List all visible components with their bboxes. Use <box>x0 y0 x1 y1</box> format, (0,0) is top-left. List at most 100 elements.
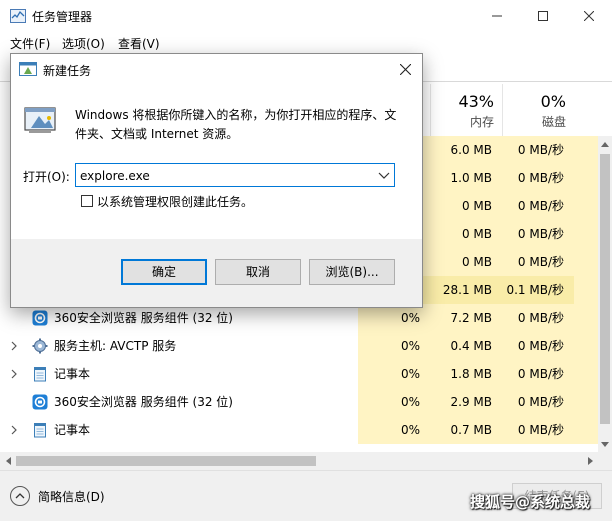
cpu-cell: 0% <box>358 332 430 360</box>
scroll-left-arrow-icon[interactable] <box>0 452 16 470</box>
memory-cell: 0 MB <box>430 220 502 248</box>
gear-icon <box>32 338 48 354</box>
admin-checkbox[interactable] <box>81 195 93 207</box>
task-manager-app-icon <box>10 9 26 23</box>
memory-cell: 6.0 MB <box>430 136 502 164</box>
window-title: 任务管理器 <box>32 10 93 24</box>
menu-view[interactable]: 查看(V) <box>118 35 160 52</box>
scroll-down-arrow-icon[interactable] <box>598 436 612 452</box>
notepad-icon <box>34 423 46 438</box>
browser-icon <box>32 310 48 326</box>
tail-cell <box>574 276 598 304</box>
scroll-right-arrow-icon[interactable] <box>582 452 598 470</box>
table-row[interactable]: 记事本 0% 0.7 MB 0 MB/秒 <box>0 416 598 444</box>
fewer-details-link[interactable]: 简略信息(D) <box>38 488 105 505</box>
chevron-up-icon[interactable] <box>10 486 30 506</box>
horizontal-scroll-thumb[interactable] <box>16 456 316 466</box>
scrollbar-corner <box>598 452 612 470</box>
watermark: 搜狐号@系统总裁 <box>470 493 591 511</box>
vertical-scrollbar[interactable] <box>598 136 612 452</box>
admin-checkbox-label[interactable]: 以系统管理权限创建此任务。 <box>97 193 253 210</box>
chevron-down-icon[interactable] <box>378 170 390 180</box>
column-header-disk[interactable]: 0% 磁盘 <box>502 84 574 136</box>
disk-cell: 0 MB/秒 <box>502 248 574 276</box>
memory-cell: 0 MB <box>430 192 502 220</box>
table-row[interactable]: 360安全浏览器 服务组件 (32 位) 0% 7.2 MB 0 MB/秒 <box>0 304 598 332</box>
disk-cell: 0 MB/秒 <box>502 388 574 416</box>
process-name: 记事本 <box>54 423 91 437</box>
memory-cell: 1.8 MB <box>430 360 502 388</box>
column-header-memory[interactable]: 43% 内存 <box>430 84 502 136</box>
run-app-icon <box>19 62 37 76</box>
dialog-description: Windows 将根据你所键入的名称，为你打开相应的程序、文件夹、文档或 Int… <box>75 108 397 141</box>
open-input[interactable] <box>80 167 370 185</box>
cpu-cell: 0% <box>358 388 430 416</box>
chevron-right-icon[interactable] <box>10 341 18 351</box>
memory-label: 内存 <box>469 115 494 129</box>
memory-cell: 0.7 MB <box>430 416 502 444</box>
disk-cell: 0 MB/秒 <box>502 360 574 388</box>
table-row[interactable]: 记事本 0% 1.8 MB 0 MB/秒 <box>0 360 598 388</box>
table-row[interactable]: 360安全浏览器 服务组件 (32 位) 0% 2.9 MB 0 MB/秒 <box>0 388 598 416</box>
disk-cell: 0 MB/秒 <box>502 416 574 444</box>
dialog-button-bar: 确定 取消 浏览(B)... <box>11 239 422 307</box>
process-name: 记事本 <box>54 367 91 381</box>
menu-options[interactable]: 选项(O) <box>62 35 105 52</box>
disk-cell: 0.1 MB/秒 <box>502 276 574 304</box>
tail-cell <box>574 248 598 276</box>
new-task-dialog: 新建任务 Windows 将根据你所键入的名称，为你打开相应的程序、文件夹、文档… <box>10 53 423 308</box>
menu-file[interactable]: 文件(F) <box>10 35 50 52</box>
open-label: 打开(O): <box>23 170 70 184</box>
tail-cell <box>574 388 598 416</box>
scroll-up-arrow-icon[interactable] <box>598 136 612 152</box>
process-name: 服务主机: AVCTP 服务 <box>54 339 177 353</box>
task-manager-titlebar[interactable]: 任务管理器 <box>0 0 612 32</box>
task-manager-footer: 简略信息(D) 结束任务(E) 搜狐号@系统总裁 <box>0 470 612 521</box>
disk-cell: 0 MB/秒 <box>502 304 574 332</box>
close-icon <box>399 63 411 75</box>
tail-cell <box>574 416 598 444</box>
disk-percent: 0% <box>540 92 566 111</box>
horizontal-scrollbar[interactable] <box>0 452 598 470</box>
tail-cell <box>574 304 598 332</box>
memory-cell: 0.4 MB <box>430 332 502 360</box>
chevron-right-icon[interactable] <box>10 369 18 379</box>
dialog-title: 新建任务 <box>43 64 92 78</box>
cpu-cell: 0% <box>358 360 430 388</box>
memory-cell: 28.1 MB <box>430 276 502 304</box>
disk-cell: 0 MB/秒 <box>502 332 574 360</box>
disk-cell: 0 MB/秒 <box>502 220 574 248</box>
memory-cell: 2.9 MB <box>430 388 502 416</box>
table-row[interactable]: 服务主机: AVCTP 服务 0% 0.4 MB 0 MB/秒 <box>0 332 598 360</box>
tail-cell <box>574 136 598 164</box>
tail-cell <box>574 164 598 192</box>
maximize-button[interactable] <box>520 0 566 32</box>
tail-cell <box>574 220 598 248</box>
browse-button[interactable]: 浏览(B)... <box>309 259 395 285</box>
cancel-button[interactable]: 取消 <box>215 259 301 285</box>
process-name: 360安全浏览器 服务组件 (32 位) <box>54 311 233 325</box>
disk-cell: 0 MB/秒 <box>502 192 574 220</box>
chevron-right-icon[interactable] <box>10 425 18 435</box>
dialog-titlebar[interactable]: 新建任务 <box>11 54 422 84</box>
cpu-cell: 0% <box>358 304 430 332</box>
minimize-button[interactable] <box>474 0 520 32</box>
notepad-icon <box>34 367 46 382</box>
browser-icon <box>32 394 48 410</box>
memory-cell: 0 MB <box>430 248 502 276</box>
disk-cell: 0 MB/秒 <box>502 136 574 164</box>
memory-percent: 43% <box>458 92 494 111</box>
open-combobox[interactable] <box>75 163 395 187</box>
cpu-cell: 0% <box>358 416 430 444</box>
close-button[interactable] <box>566 0 612 32</box>
run-icon <box>24 107 56 133</box>
disk-cell: 0 MB/秒 <box>502 164 574 192</box>
tail-cell <box>574 332 598 360</box>
vertical-scroll-thumb[interactable] <box>600 154 610 424</box>
tail-cell <box>574 360 598 388</box>
memory-cell: 7.2 MB <box>430 304 502 332</box>
ok-button[interactable]: 确定 <box>121 259 207 285</box>
memory-cell: 1.0 MB <box>430 164 502 192</box>
dialog-close-button[interactable] <box>388 54 422 84</box>
tail-cell <box>574 192 598 220</box>
